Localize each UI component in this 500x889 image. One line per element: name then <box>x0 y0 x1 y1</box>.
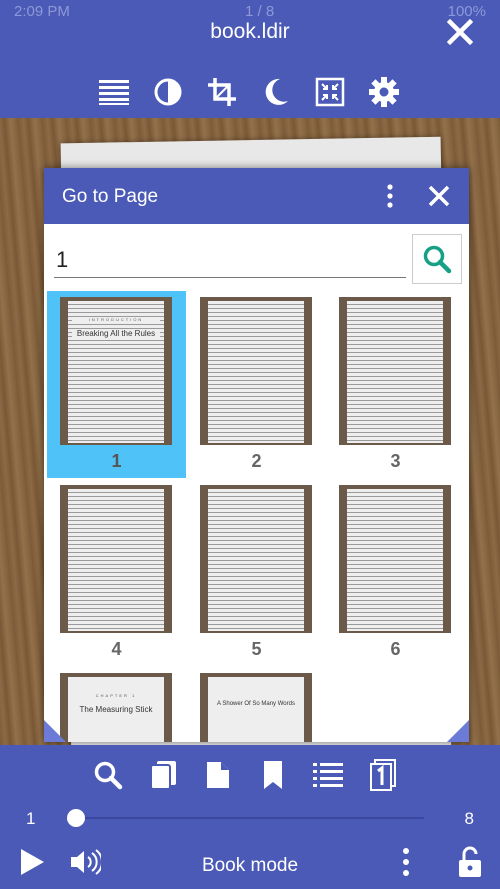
dialog-header: Go to Page <box>44 168 469 224</box>
thumbnail-image: CHAPTER 1 The Measuring Stick <box>60 673 172 742</box>
go-to-page-dialog: Go to Page INTRODUCTION Breaking All the… <box>44 168 469 742</box>
toc-icon[interactable] <box>312 759 344 791</box>
thumbnail-image: A Shower Of So Many Words <box>200 673 312 742</box>
status-bar: 2:09 PM 1 / 8 100% <box>14 3 486 20</box>
page-number-label: 3 <box>390 451 401 471</box>
thumbnail-heading: The Measuring Stick <box>72 705 160 715</box>
thumbnail-kicker: CHAPTER 1 <box>72 693 160 698</box>
dialog-close-icon[interactable] <box>427 184 451 208</box>
reading-mode-label[interactable]: Book mode <box>150 855 350 877</box>
page-thumbnail[interactable]: INTRODUCTION Breaking All the Rules 1 <box>47 291 186 478</box>
close-icon[interactable] <box>446 18 474 46</box>
go-search-button[interactable] <box>412 234 462 284</box>
status-page-counter: 1 / 8 <box>245 3 275 20</box>
unlock-icon[interactable] <box>454 845 486 879</box>
status-time: 2:09 PM <box>14 3 70 20</box>
page-thumbnail[interactable]: 6 <box>326 479 465 666</box>
page-search-row <box>54 234 462 284</box>
page-slider-track[interactable] <box>76 817 424 819</box>
thumbnail-image: INTRODUCTION Breaking All the Rules <box>60 297 172 445</box>
thumbnail-image <box>339 297 451 445</box>
page-thumbnail[interactable]: CHAPTER 1 The Measuring Stick <box>47 667 186 742</box>
page-thumbnail[interactable]: 5 <box>187 479 326 666</box>
page-number-label: 5 <box>251 639 262 659</box>
thumbnail-heading: A Shower Of So Many Words <box>212 699 300 709</box>
thumbnail-heading: Breaking All the Rules <box>72 329 160 339</box>
bookmark-icon[interactable] <box>257 759 289 791</box>
page-number-label: 1 <box>111 451 122 471</box>
more-vert-icon[interactable] <box>400 845 412 879</box>
thumbnail-image <box>60 485 172 633</box>
pages-icon[interactable] <box>147 759 179 791</box>
page-number-label: 2 <box>251 451 262 471</box>
page-icon[interactable] <box>202 759 234 791</box>
slider-max-label: 8 <box>464 809 474 828</box>
bottom-toolbar <box>92 759 399 791</box>
thumbnail-image <box>200 485 312 633</box>
top-bar: 2:09 PM 1 / 8 100% book.ldir <box>0 0 500 118</box>
dialog-title: Go to Page <box>62 186 159 207</box>
contrast-icon[interactable] <box>152 76 184 108</box>
search-icon[interactable] <box>92 759 124 791</box>
play-icon[interactable] <box>16 845 48 879</box>
settings-icon[interactable] <box>368 76 400 108</box>
top-toolbar <box>98 76 400 108</box>
bottom-bar: 1 8 Book mode <box>0 745 500 889</box>
volume-icon[interactable] <box>68 845 102 879</box>
document-title: book.ldir <box>210 20 290 43</box>
list-icon[interactable] <box>98 76 130 108</box>
page-number-icon[interactable] <box>367 759 399 791</box>
crop-icon[interactable] <box>206 76 238 108</box>
fit-screen-icon[interactable] <box>314 76 346 108</box>
thumbnail-kicker: INTRODUCTION <box>72 317 160 322</box>
page-number-input[interactable] <box>54 242 406 278</box>
page-thumbnail[interactable]: 3 <box>326 291 465 478</box>
more-vert-icon[interactable] <box>385 184 395 208</box>
playback-controls: Book mode <box>0 843 500 883</box>
search-icon <box>423 245 452 274</box>
night-mode-icon[interactable] <box>260 76 292 108</box>
thumbnail-image <box>339 485 451 633</box>
page-number-label: 4 <box>111 639 122 659</box>
page-thumbnail[interactable]: 2 <box>187 291 326 478</box>
page-number-label: 6 <box>390 639 401 659</box>
resize-handle-left[interactable] <box>44 720 66 742</box>
page-slider-row: 1 8 <box>0 803 500 833</box>
page-slider-thumb[interactable] <box>67 809 85 827</box>
slider-min-label: 1 <box>26 809 36 828</box>
page-thumbnail[interactable]: A Shower Of So Many Words <box>187 667 326 742</box>
page-thumbnail[interactable]: 4 <box>47 479 186 666</box>
resize-handle-right[interactable] <box>447 720 469 742</box>
thumbnail-image <box>200 297 312 445</box>
